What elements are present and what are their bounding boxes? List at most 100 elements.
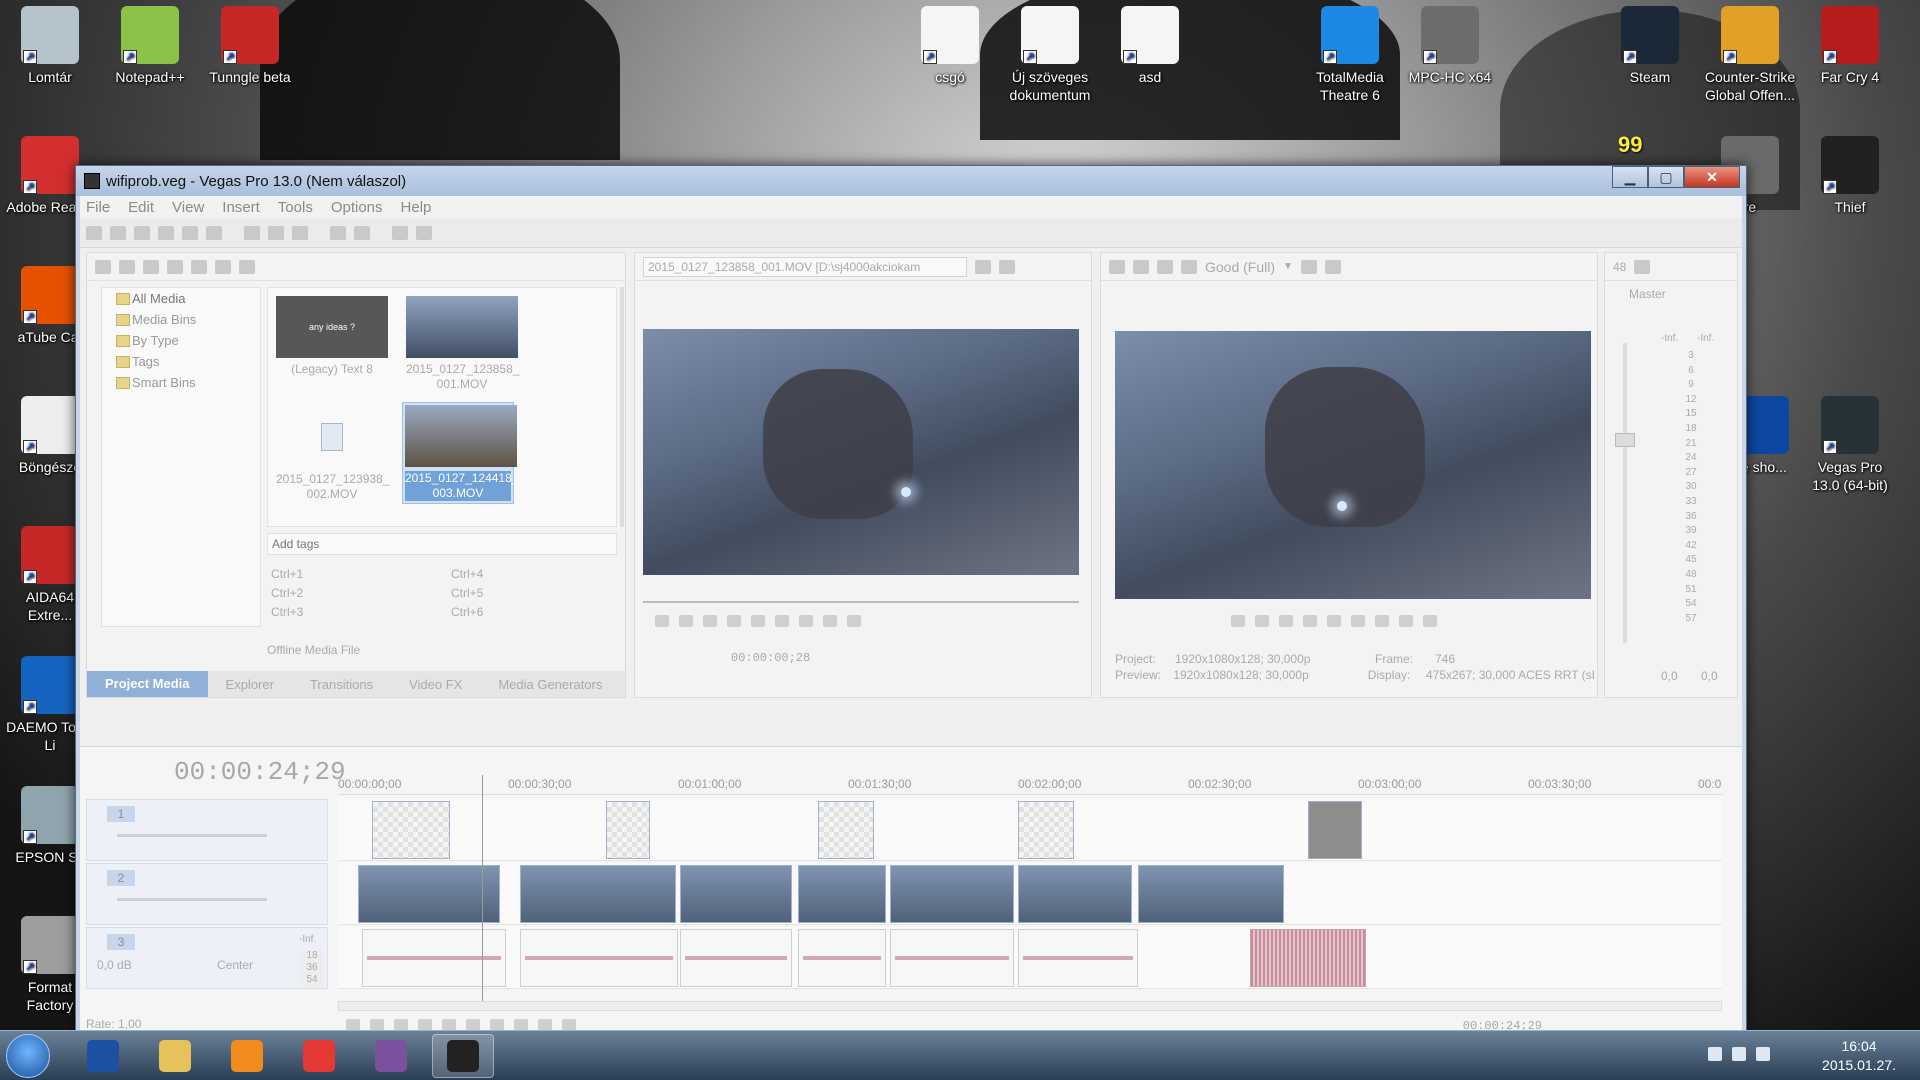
start-button[interactable] [6, 1034, 50, 1078]
go-to-end-icon[interactable] [1423, 615, 1437, 627]
media-scrollbar[interactable] [620, 287, 624, 527]
desktop-shortcut[interactable]: ↗ csgó [904, 6, 996, 86]
taskbar-button[interactable] [144, 1034, 206, 1078]
split-screen-icon[interactable] [1157, 259, 1173, 274]
network-icon[interactable] [1756, 1047, 1770, 1061]
track-level-slider[interactable] [117, 834, 267, 837]
maximize-button[interactable]: ▢ [1648, 166, 1684, 188]
desktop-shortcut[interactable]: ↗ Counter-Strike Global Offen... [1704, 6, 1796, 104]
audio-event[interactable] [1250, 929, 1366, 987]
audio-event[interactable] [798, 929, 886, 987]
taskbar-button[interactable] [432, 1034, 494, 1078]
media-item[interactable]: any ideas ? (Legacy) Text 8 [276, 296, 388, 377]
desktop-shortcut[interactable]: ↗ Thief [1804, 136, 1896, 216]
desktop-shortcut[interactable]: ↗ asd [1104, 6, 1196, 86]
external-monitor-icon[interactable] [1133, 259, 1149, 274]
menu-item-view[interactable]: View [172, 199, 204, 216]
desktop-shortcut[interactable]: ↗ MPC-HC x64 [1404, 6, 1496, 86]
action-center-icon[interactable] [1732, 1047, 1746, 1061]
save-icon[interactable] [134, 225, 150, 240]
track-header-audio-3[interactable]: 3 0,0 dB Center -Inf. 18 36 54 [86, 927, 328, 989]
track-header-video-1[interactable]: 1 [86, 799, 328, 861]
copy-icon[interactable] [268, 225, 284, 240]
stop-icon[interactable] [1351, 615, 1365, 627]
remove-media-icon[interactable] [167, 259, 183, 274]
properties-icon[interactable] [206, 225, 222, 240]
track-header-video-2[interactable]: 2 [86, 863, 328, 925]
timeline-ruler[interactable]: 00:00:00;00 00:00:30;00 00:01:00;00 00:01:3… [338, 775, 1722, 795]
video-event[interactable] [520, 865, 676, 923]
video-event[interactable] [1138, 865, 1284, 923]
taskbar-button[interactable] [360, 1034, 422, 1078]
tree-item[interactable]: Tags [102, 351, 260, 372]
desktop-shortcut[interactable]: ↗ Notepad++ [104, 6, 196, 86]
audio-event[interactable] [1018, 929, 1138, 987]
timeline-cursor[interactable] [482, 775, 483, 1001]
prev-frame-icon[interactable] [1375, 615, 1389, 627]
prev-frame-icon[interactable] [775, 615, 789, 627]
desktop-shortcut[interactable]: ↗ Tunngle beta [204, 6, 296, 86]
paste-icon[interactable] [292, 225, 308, 240]
desktop-shortcut[interactable]: ↗ Steam [1604, 6, 1696, 86]
menu-item-help[interactable]: Help [401, 199, 432, 216]
track-lane-video-2[interactable] [338, 863, 1722, 925]
desktop-shortcut[interactable]: ↗ Far Cry 4 [1804, 6, 1896, 86]
play-icon[interactable] [703, 615, 717, 627]
preview-props-icon[interactable] [1109, 259, 1125, 274]
text-event[interactable] [1018, 801, 1074, 859]
close-button[interactable]: ✕ [1684, 166, 1740, 188]
desktop-shortcut[interactable]: ↗ TotalMedia Theatre 6 [1304, 6, 1396, 104]
text-event[interactable] [372, 801, 450, 859]
mark-in-icon[interactable] [823, 615, 837, 627]
text-event[interactable] [606, 801, 650, 859]
menu-item-insert[interactable]: Insert [222, 199, 260, 216]
get-media-icon[interactable] [143, 259, 159, 274]
help-icon[interactable] [416, 225, 432, 240]
tags-input[interactable] [267, 533, 617, 555]
taskbar-button[interactable] [72, 1034, 134, 1078]
taskbar-button[interactable] [216, 1034, 278, 1078]
new-project-icon[interactable] [86, 225, 102, 240]
mark-out-icon[interactable] [847, 615, 861, 627]
dock-tab[interactable]: Transitions [292, 677, 391, 692]
undo-icon[interactable] [330, 225, 346, 240]
edit-tool-icon[interactable] [392, 225, 408, 240]
tree-item[interactable]: Smart Bins [102, 372, 260, 393]
audio-event[interactable] [520, 929, 678, 987]
overlay-icon[interactable] [1181, 259, 1197, 274]
menu-item-edit[interactable]: Edit [128, 199, 154, 216]
views-icon[interactable] [215, 259, 231, 274]
desktop-shortcut[interactable]: ↗ Lomtár [4, 6, 96, 86]
redo-icon[interactable] [354, 225, 370, 240]
render-icon[interactable] [182, 225, 198, 240]
text-event[interactable] [1308, 801, 1362, 859]
dock-tab[interactable]: Video FX [391, 677, 480, 692]
loop-icon[interactable] [655, 615, 669, 627]
copy-snapshot-icon[interactable] [1300, 259, 1317, 274]
open-icon[interactable] [110, 225, 126, 240]
title-bar[interactable]: wifiprob.veg - Vegas Pro 13.0 (Nem válas… [76, 166, 1746, 196]
menu-item-tools[interactable]: Tools [278, 199, 313, 216]
pause-icon[interactable] [1327, 615, 1341, 627]
media-item[interactable]: 2015_0127_123858_ 001.MOV [406, 296, 519, 392]
fader-handle[interactable] [1615, 433, 1635, 447]
import-media-icon[interactable] [95, 259, 111, 274]
tray-arrow-icon[interactable] [1708, 1047, 1722, 1061]
dock-tab[interactable]: Media Generators [480, 677, 620, 692]
menu-item-file[interactable]: File [86, 199, 110, 216]
audio-event[interactable] [890, 929, 1014, 987]
tree-item[interactable]: By Type [102, 330, 260, 351]
video-event[interactable] [680, 865, 792, 923]
taskbar-button[interactable] [288, 1034, 350, 1078]
chevron-down-icon[interactable]: ▼ [1283, 261, 1293, 272]
audio-event[interactable] [362, 929, 506, 987]
clock[interactable]: 16:04 2015.01.27. [1822, 1037, 1896, 1075]
search-icon[interactable] [239, 259, 255, 274]
trimmer-file-select[interactable]: 2015_0127_123858_001.MOV [D:\sj4000akcio… [643, 256, 967, 277]
video-event[interactable] [798, 865, 886, 923]
next-frame-icon[interactable] [799, 615, 813, 627]
minimize-button[interactable]: ▁ [1612, 166, 1648, 188]
add-to-timeline-icon[interactable] [975, 259, 991, 274]
track-level-slider[interactable] [117, 898, 267, 901]
record-icon[interactable] [1231, 615, 1245, 627]
